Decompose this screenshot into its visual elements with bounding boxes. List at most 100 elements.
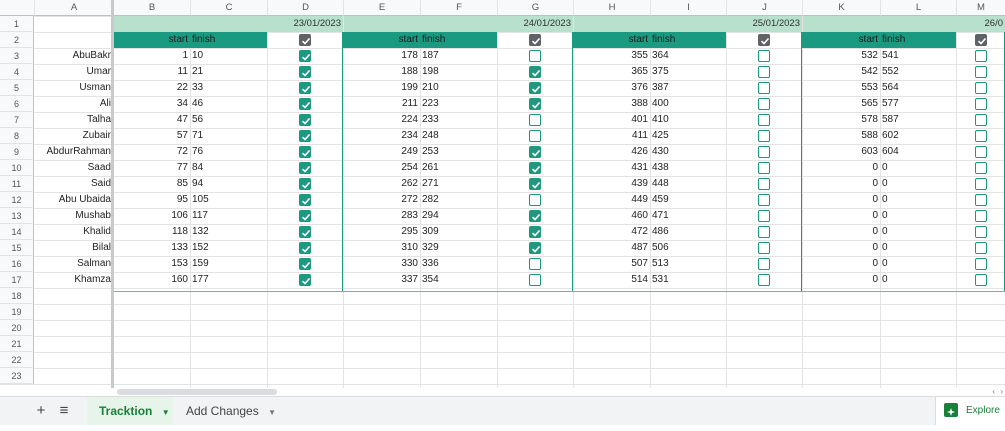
finish-cell[interactable]: 0 [880, 256, 956, 272]
column-header[interactable]: G [497, 0, 573, 16]
done-checkbox[interactable] [758, 226, 770, 238]
start-cell[interactable]: 330 [343, 256, 420, 272]
done-checkbox[interactable] [974, 194, 987, 206]
start-cell[interactable]: 0 [802, 224, 880, 240]
column-header[interactable]: A [34, 0, 113, 16]
finish-cell[interactable]: 33 [190, 80, 267, 96]
finish-cell[interactable]: 400 [650, 96, 726, 112]
done-checkbox[interactable] [299, 274, 311, 286]
finish-cell[interactable]: 132 [190, 224, 267, 240]
finish-cell[interactable]: 0 [880, 176, 956, 192]
finish-cell[interactable]: 329 [420, 240, 497, 256]
column-header[interactable]: L [880, 0, 956, 16]
done-checkbox[interactable] [529, 258, 541, 270]
finish-cell[interactable]: 364 [650, 48, 726, 64]
header-checkbox[interactable] [299, 34, 311, 46]
start-cell[interactable]: 460 [573, 208, 650, 224]
finish-cell[interactable]: 587 [880, 112, 956, 128]
start-cell[interactable]: 472 [573, 224, 650, 240]
finish-cell[interactable]: 448 [650, 176, 726, 192]
done-checkbox[interactable] [758, 98, 770, 110]
column-header[interactable]: H [573, 0, 650, 16]
finish-cell[interactable]: 0 [880, 240, 956, 256]
done-checkbox[interactable] [758, 66, 770, 78]
column-header[interactable]: B [113, 0, 190, 16]
start-cell[interactable]: 0 [802, 240, 880, 256]
start-cell[interactable]: 507 [573, 256, 650, 272]
start-cell[interactable]: 57 [113, 128, 190, 144]
row-header[interactable]: 22 [0, 352, 34, 368]
finish-cell[interactable]: 577 [880, 96, 956, 112]
start-cell[interactable]: 1 [113, 48, 190, 64]
done-checkbox[interactable] [299, 162, 311, 174]
finish-cell[interactable]: 71 [190, 128, 267, 144]
finish-cell[interactable]: 223 [420, 96, 497, 112]
start-cell[interactable]: 553 [802, 80, 880, 96]
done-checkbox[interactable] [529, 226, 541, 238]
done-checkbox[interactable] [974, 162, 987, 174]
done-checkbox[interactable] [299, 146, 311, 158]
finish-cell[interactable]: 0 [880, 272, 956, 288]
start-cell[interactable]: 22 [113, 80, 190, 96]
done-checkbox[interactable] [299, 242, 311, 254]
name-cell[interactable]: Umar [34, 64, 113, 80]
name-cell[interactable]: Bilal [34, 240, 113, 256]
start-cell[interactable]: 272 [343, 192, 420, 208]
start-cell[interactable]: 0 [802, 272, 880, 288]
finish-cell[interactable]: 0 [880, 208, 956, 224]
start-cell[interactable]: 153 [113, 256, 190, 272]
start-cell[interactable]: 0 [802, 160, 880, 176]
start-cell[interactable]: 262 [343, 176, 420, 192]
spreadsheet-grid[interactable]: A B C D E F G H I J K L M 1 2 3 4 5 6 7 8 9 10 11 12 13 14 15 16 17 18… [0, 0, 1005, 388]
row-header[interactable]: 6 [0, 96, 34, 112]
row-header[interactable]: 8 [0, 128, 34, 144]
finish-cell[interactable]: 410 [650, 112, 726, 128]
finish-cell[interactable]: 531 [650, 272, 726, 288]
start-cell[interactable]: 431 [573, 160, 650, 176]
finish-cell[interactable]: 248 [420, 128, 497, 144]
done-checkbox[interactable] [974, 242, 987, 254]
finish-cell[interactable]: 282 [420, 192, 497, 208]
finish-cell[interactable]: 94 [190, 176, 267, 192]
start-cell[interactable]: 106 [113, 208, 190, 224]
start-cell[interactable]: 565 [802, 96, 880, 112]
finish-cell[interactable]: 604 [880, 144, 956, 160]
row-header[interactable]: 14 [0, 224, 34, 240]
done-checkbox[interactable] [299, 194, 311, 206]
row-header[interactable]: 5 [0, 80, 34, 96]
start-cell[interactable]: 337 [343, 272, 420, 288]
done-checkbox[interactable] [974, 210, 987, 222]
done-checkbox[interactable] [299, 226, 311, 238]
name-cell[interactable]: AbuBakr [34, 48, 113, 64]
row-header[interactable]: 13 [0, 208, 34, 224]
start-cell[interactable]: 295 [343, 224, 420, 240]
done-checkbox[interactable] [299, 210, 311, 222]
done-checkbox[interactable] [974, 130, 987, 142]
done-checkbox[interactable] [758, 162, 770, 174]
done-checkbox[interactable] [974, 114, 987, 126]
finish-cell[interactable]: 387 [650, 80, 726, 96]
name-cell[interactable]: Zubair [34, 128, 113, 144]
row-header[interactable]: 15 [0, 240, 34, 256]
start-cell[interactable]: 514 [573, 272, 650, 288]
finish-cell[interactable]: 486 [650, 224, 726, 240]
done-checkbox[interactable] [758, 242, 770, 254]
done-checkbox[interactable] [758, 194, 770, 206]
column-header[interactable]: K [802, 0, 880, 16]
row-header[interactable]: 17 [0, 272, 34, 288]
done-checkbox[interactable] [299, 178, 311, 190]
name-cell[interactable]: AbdurRahman [34, 144, 113, 160]
finish-cell[interactable]: 0 [880, 224, 956, 240]
finish-cell[interactable]: 159 [190, 256, 267, 272]
finish-cell[interactable]: 233 [420, 112, 497, 128]
done-checkbox[interactable] [299, 258, 311, 270]
row-header[interactable]: 11 [0, 176, 34, 192]
finish-cell[interactable]: 56 [190, 112, 267, 128]
row-header[interactable]: 21 [0, 336, 34, 352]
done-checkbox[interactable] [299, 114, 311, 126]
start-cell[interactable]: 310 [343, 240, 420, 256]
done-checkbox[interactable] [529, 98, 541, 110]
column-header[interactable]: J [726, 0, 802, 16]
finish-cell[interactable]: 46 [190, 96, 267, 112]
done-checkbox[interactable] [974, 178, 987, 190]
